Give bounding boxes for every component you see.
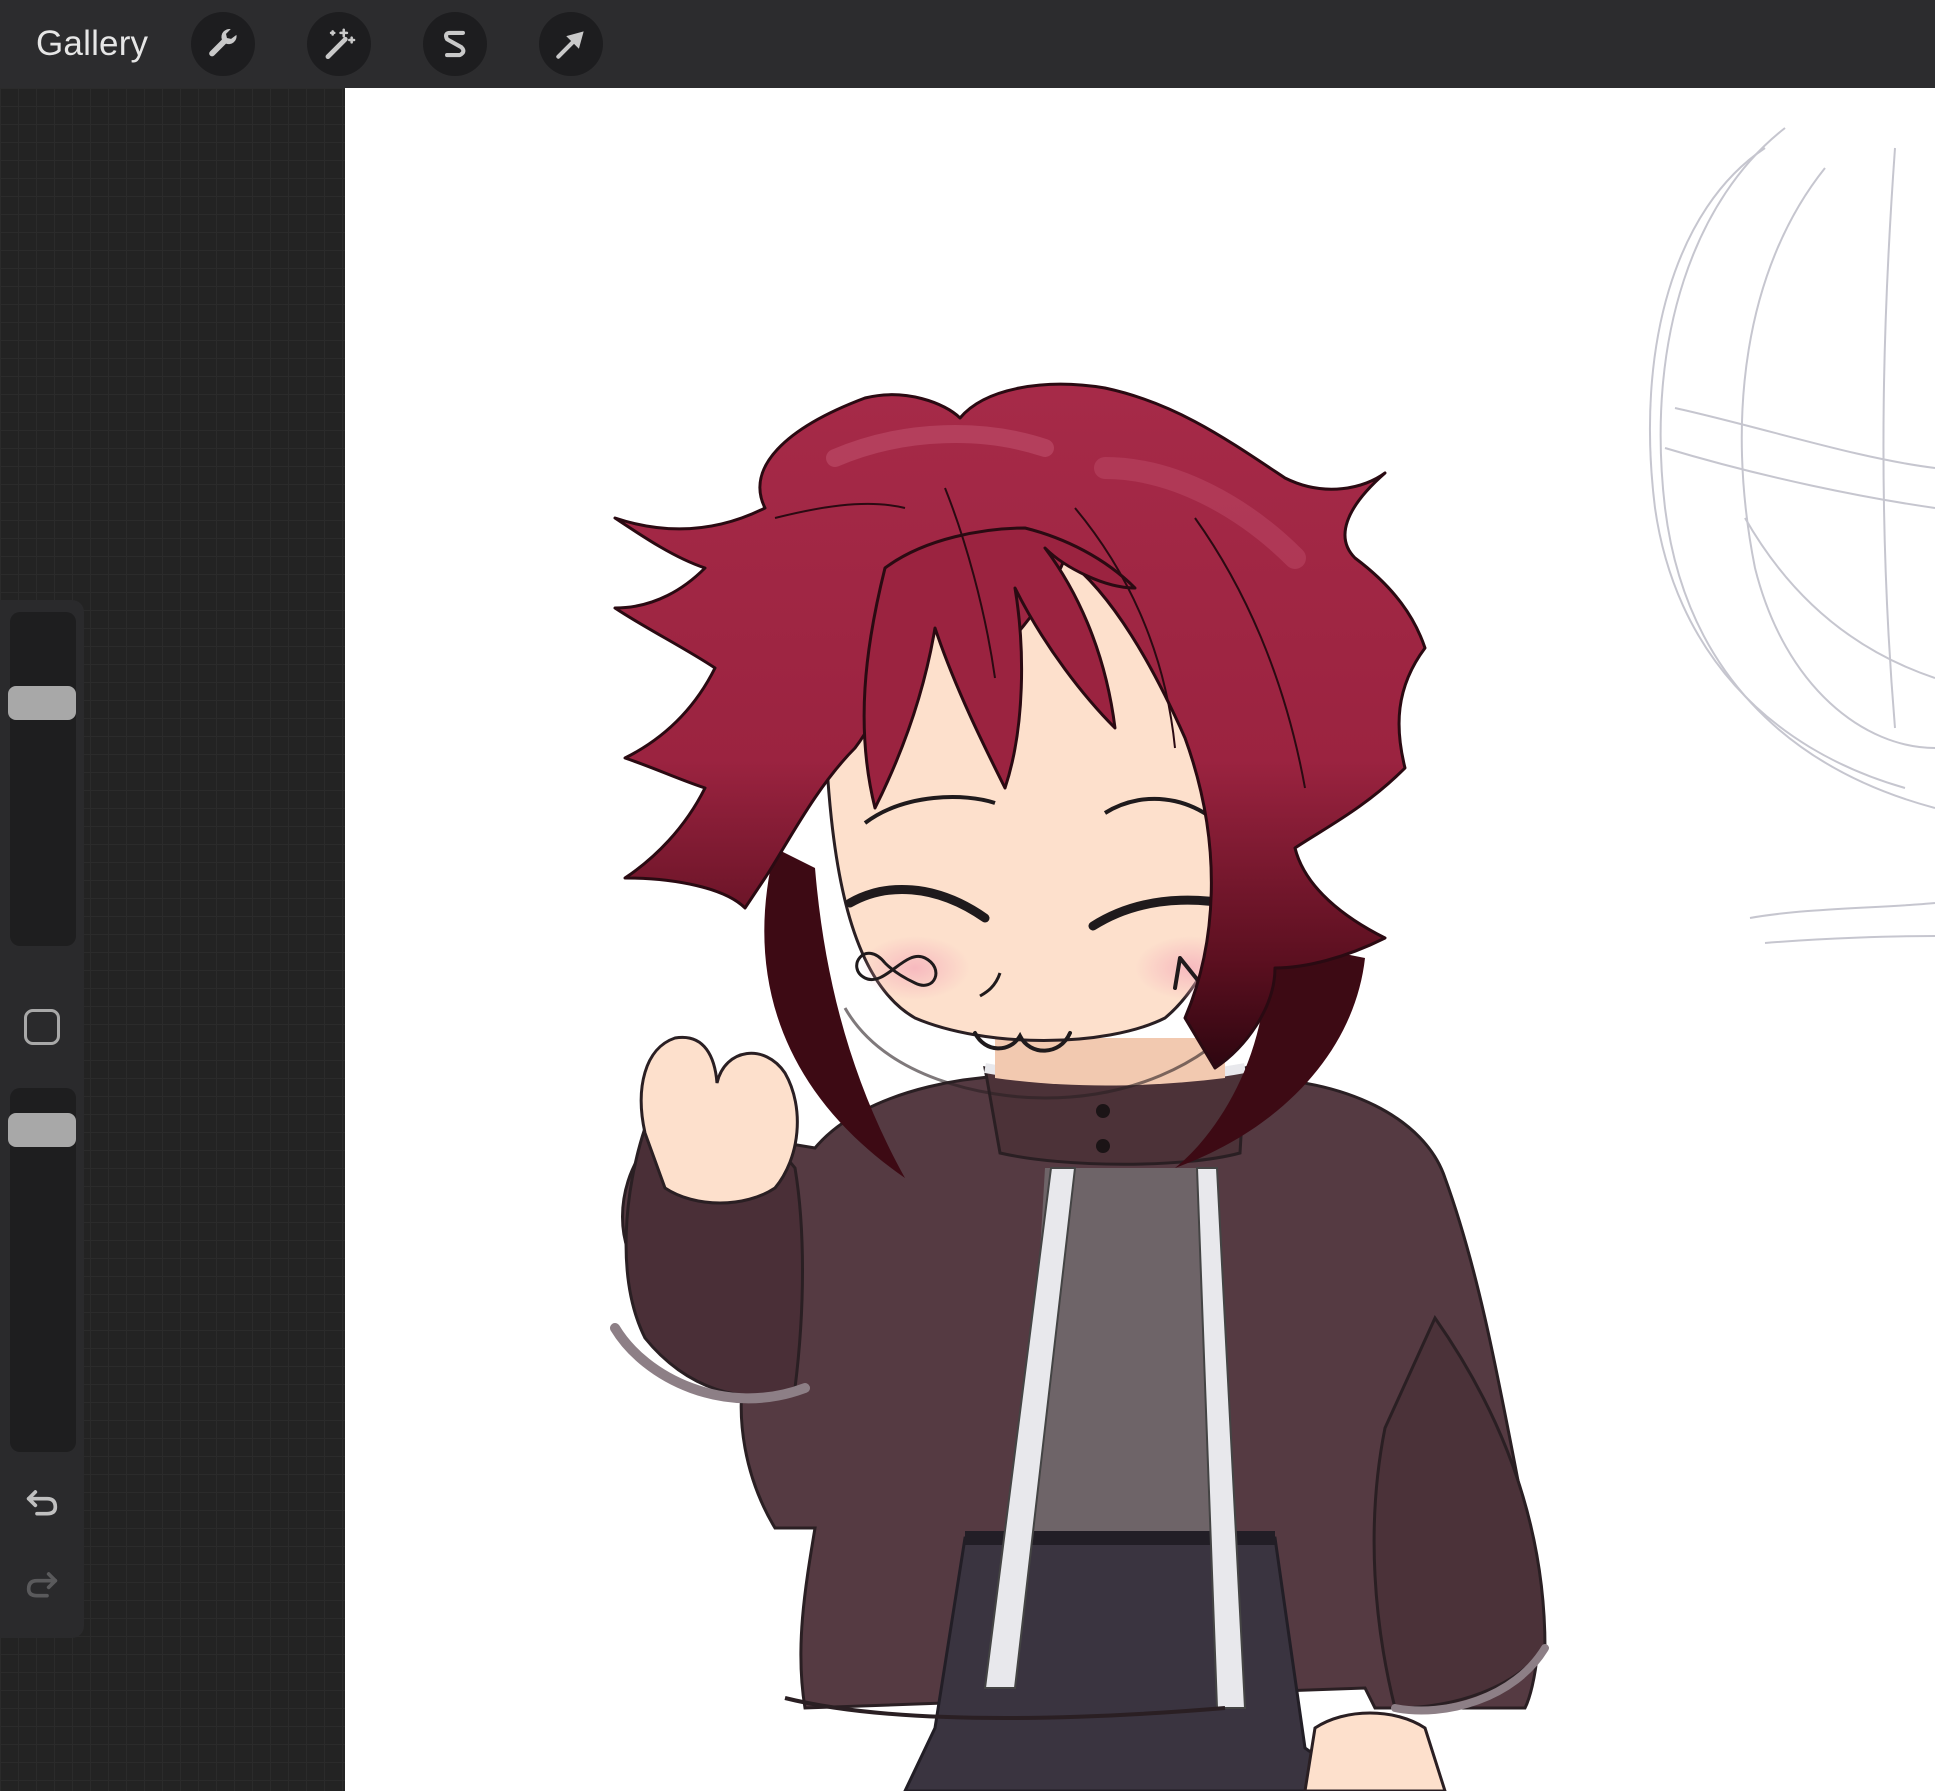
- lower-hand: [1303, 1711, 1447, 1791]
- raised-hand: [639, 1035, 799, 1205]
- redo-icon: [26, 1572, 58, 1598]
- undo-icon: [26, 1490, 58, 1516]
- magic-wand-icon: [325, 28, 356, 60]
- gallery-button[interactable]: Gallery: [36, 22, 148, 66]
- sidebar: [0, 600, 84, 1638]
- opacity-slider-thumb[interactable]: [8, 1113, 76, 1147]
- top-toolbar: Gallery: [0, 0, 1935, 88]
- undo-button[interactable]: [20, 1480, 64, 1524]
- brush-size-slider-thumb[interactable]: [8, 686, 76, 720]
- transform-button[interactable]: [539, 12, 603, 76]
- drawing-canvas[interactable]: [345, 88, 1935, 1791]
- arrow-cursor-icon: [556, 31, 584, 59]
- redo-button[interactable]: [20, 1562, 64, 1606]
- sketch-lines: [1649, 127, 1935, 944]
- selection-s-icon: [443, 30, 466, 58]
- chibi-artwork: [610, 127, 1935, 1791]
- modify-button[interactable]: [24, 1009, 60, 1045]
- brush-size-slider[interactable]: [10, 612, 76, 946]
- adjustments-button[interactable]: [307, 12, 371, 76]
- actions-button[interactable]: [191, 12, 255, 76]
- selection-button[interactable]: [423, 12, 487, 76]
- wrench-icon: [209, 28, 237, 57]
